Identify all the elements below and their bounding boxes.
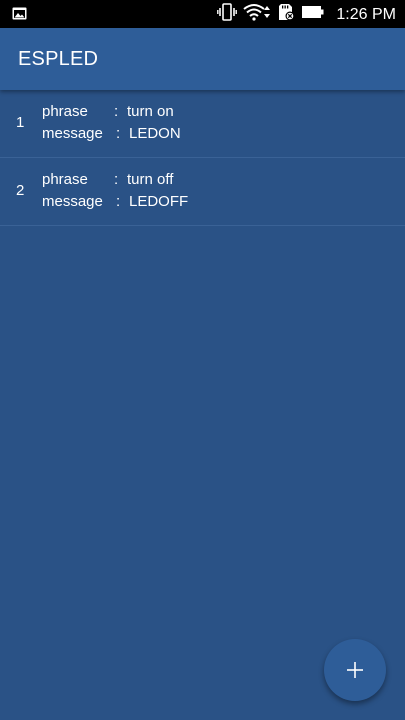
phrase-label: phrase (42, 103, 88, 120)
message-row: message: LEDOFF (42, 193, 188, 211)
status-bar: 1:26 PM (0, 0, 405, 28)
image-icon (12, 7, 27, 20)
list-item[interactable]: 1 phrase: turn on message: LEDON (0, 90, 405, 158)
status-time: 1:26 PM (336, 6, 396, 23)
battery-icon (301, 4, 325, 25)
phrase-separator: : (114, 171, 119, 188)
item-index: 1 (16, 114, 25, 131)
phrase-row: phrase: turn on (42, 103, 174, 121)
message-separator: : (116, 125, 121, 142)
phrase-list: 1 phrase: turn on message: LEDON 2 phrase:… (0, 90, 405, 226)
plus-icon (346, 661, 364, 679)
phrase-value: turn on (127, 103, 174, 120)
screen: 1:26 PM ESPLED 1 phrase: turn on message:… (0, 0, 405, 720)
vibrate-icon (217, 2, 237, 26)
message-row: message: LEDON (42, 125, 181, 143)
wifi-icon (243, 3, 271, 26)
message-separator: : (116, 193, 121, 210)
app-title: ESPLED (18, 48, 99, 70)
phrase-separator: : (114, 103, 119, 120)
phrase-label: phrase (42, 171, 88, 188)
message-label: message (42, 193, 103, 210)
phrase-value: turn off (127, 171, 174, 188)
status-icons (217, 2, 325, 26)
sd-card-icon (277, 3, 295, 26)
message-label: message (42, 125, 103, 142)
item-index: 2 (16, 182, 25, 199)
message-value: LEDOFF (129, 193, 189, 210)
app-bar: ESPLED (0, 28, 405, 90)
add-button[interactable] (324, 639, 386, 701)
list-item[interactable]: 2 phrase: turn off message: LEDOFF (0, 158, 405, 226)
phrase-row: phrase: turn off (42, 171, 173, 189)
message-value: LEDON (129, 125, 181, 142)
